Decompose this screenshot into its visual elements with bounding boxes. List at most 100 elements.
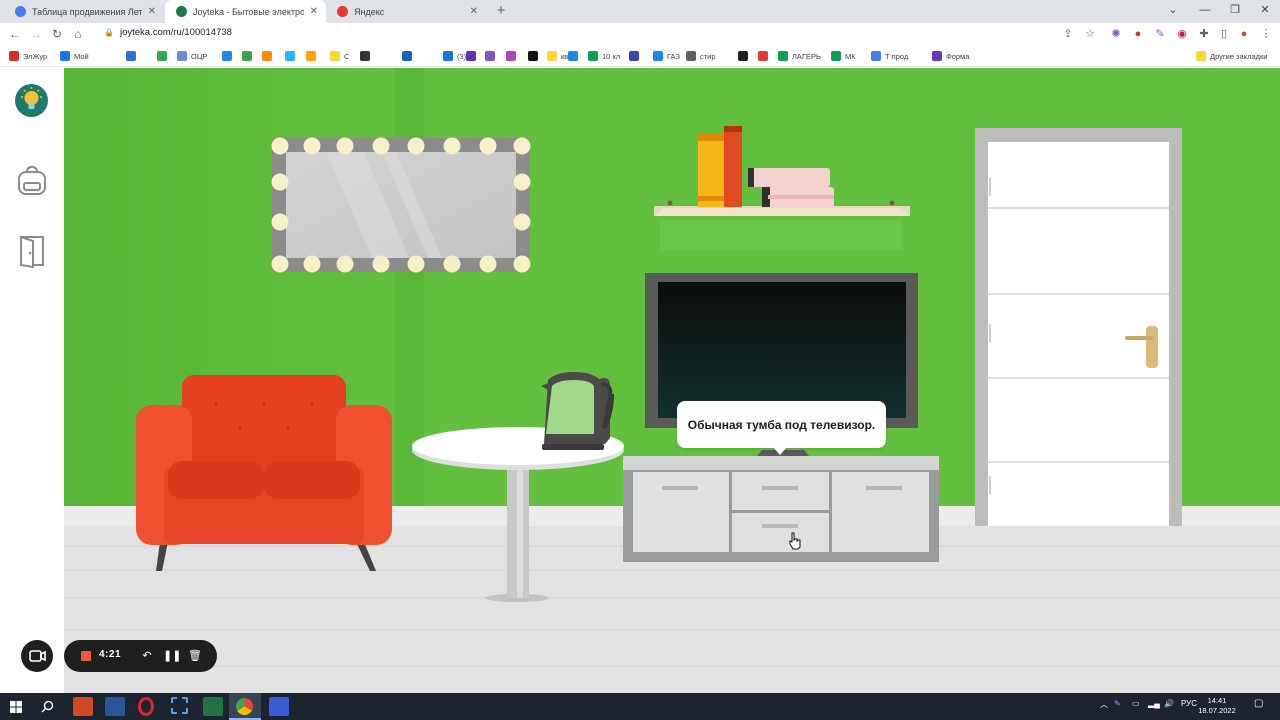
stop-recording-button[interactable]: [81, 651, 91, 661]
bookmark-item[interactable]: ЛАГЕРЬ: [778, 49, 821, 63]
backpack-icon[interactable]: [16, 164, 48, 198]
object-tooltip: Обычная тумба под телевизор.: [677, 401, 886, 455]
bookmark-favicon-icon: [568, 51, 578, 61]
share-icon[interactable]: ⇪: [1060, 26, 1076, 42]
bookmark-item[interactable]: [629, 49, 643, 63]
language-indicator[interactable]: РУС: [1181, 699, 1197, 708]
mirror-bulb: [513, 137, 531, 155]
browser-tab-yandex[interactable]: Яндекс ✕: [326, 0, 486, 23]
other-bookmarks[interactable]: Другие закладки: [1196, 49, 1267, 63]
bookmark-item[interactable]: МК: [831, 49, 856, 63]
bookmark-item[interactable]: [306, 49, 320, 63]
new-tab-button[interactable]: +: [492, 2, 510, 20]
bookmark-item[interactable]: [506, 49, 520, 63]
close-icon[interactable]: ✕: [470, 6, 478, 17]
door-exit-icon[interactable]: [16, 234, 48, 269]
bookmark-item[interactable]: [222, 49, 236, 63]
bookmark-star-icon[interactable]: ☆: [1082, 26, 1098, 42]
search-icon[interactable]: [41, 700, 54, 713]
bookmark-item[interactable]: С: [330, 49, 349, 63]
pause-icon[interactable]: ❚❚: [163, 648, 181, 664]
extension-icon[interactable]: ✺: [1108, 26, 1124, 42]
maximize-button[interactable]: ❐: [1220, 0, 1250, 23]
network-icon[interactable]: ▭: [1132, 699, 1140, 708]
snipping-tool-icon[interactable]: [171, 697, 188, 714]
delete-icon[interactable]: 🗑: [187, 648, 203, 664]
bookmark-item[interactable]: ОЦР: [177, 49, 207, 63]
bookmark-item[interactable]: 10 кл: [588, 49, 620, 63]
browser-tab-sheet[interactable]: Таблица продвижения Летний ✕: [4, 0, 164, 23]
home-button[interactable]: ⌂: [70, 26, 86, 42]
bookmark-item[interactable]: кв: [547, 49, 568, 63]
pen-tray-icon[interactable]: ✎: [1114, 699, 1121, 708]
bookmark-item[interactable]: Мой: [60, 49, 89, 63]
excel-icon[interactable]: [203, 697, 223, 716]
bookmark-item[interactable]: ГАЗ: [653, 49, 680, 63]
bookmark-favicon-icon: [222, 51, 232, 61]
back-button[interactable]: ←: [7, 26, 23, 42]
chrome-icon[interactable]: [236, 698, 253, 715]
extension-pen-icon[interactable]: ✎: [1152, 26, 1168, 42]
browser-tab-joyteka[interactable]: Joyteka - Бытовые электроприб ✕: [165, 0, 326, 23]
tab-label: Яндекс: [354, 6, 385, 17]
close-icon[interactable]: ✕: [310, 6, 318, 17]
profile-avatar[interactable]: ●: [1236, 26, 1252, 42]
mirror-bulb: [372, 137, 390, 155]
extension-circle-icon[interactable]: ◉: [1174, 26, 1190, 42]
camera-toggle-button[interactable]: [21, 640, 53, 672]
bookmark-item[interactable]: Т прод: [871, 49, 908, 63]
wifi-icon[interactable]: ▂▄: [1148, 699, 1160, 708]
tv-cabinet[interactable]: [623, 456, 939, 562]
electric-kettle[interactable]: [541, 372, 614, 450]
bookmark-item[interactable]: (3): [443, 49, 466, 63]
address-bar[interactable]: 🔒 joyteka.com/ru/100014738: [104, 27, 232, 38]
room-scene: Обычная тумба под телевизор.: [64, 68, 1280, 693]
bookmark-favicon-icon: [360, 51, 370, 61]
room-door[interactable]: [975, 128, 1182, 526]
volume-icon[interactable]: 🔊: [1164, 699, 1174, 708]
menu-icon[interactable]: ⋮: [1258, 26, 1274, 42]
sheets-favicon-icon: [15, 6, 26, 17]
close-window-button[interactable]: ✕: [1250, 0, 1280, 23]
side-panel-icon[interactable]: ▯: [1216, 26, 1232, 42]
powerpoint-icon[interactable]: [73, 697, 93, 716]
tab-search-icon[interactable]: ⌄: [1158, 0, 1188, 23]
bookmark-item[interactable]: стир: [686, 49, 716, 63]
lightbulb-icon[interactable]: [15, 84, 48, 117]
windows-start-icon[interactable]: [10, 701, 22, 713]
wall-shelf[interactable]: [654, 200, 910, 251]
vanity-mirror[interactable]: [271, 137, 531, 273]
bookmark-item[interactable]: [157, 49, 171, 63]
minimize-button[interactable]: —: [1190, 0, 1220, 23]
notifications-icon[interactable]: ▢: [1254, 698, 1263, 709]
browser-tab-strip: Таблица продвижения Летний ✕ Joyteka - Б…: [0, 0, 1280, 23]
reload-button[interactable]: ↻: [49, 26, 65, 42]
bookmark-item[interactable]: [402, 49, 416, 63]
bookmark-item[interactable]: [485, 49, 499, 63]
bookmark-favicon-icon: [831, 51, 841, 61]
opera-icon[interactable]: [138, 697, 154, 716]
media-player-icon[interactable]: [269, 697, 289, 716]
bookmark-item[interactable]: Форма: [932, 49, 969, 63]
mirror-bulb: [479, 255, 497, 273]
extensions-puzzle-icon[interactable]: ✚: [1196, 26, 1212, 42]
bookmark-item[interactable]: [466, 49, 480, 63]
bookmark-item[interactable]: [242, 49, 256, 63]
bookmark-item[interactable]: [758, 49, 772, 63]
bookmark-item[interactable]: ЭлЖур: [9, 49, 47, 63]
bookmark-item[interactable]: [126, 49, 140, 63]
close-icon[interactable]: ✕: [148, 6, 156, 17]
bookmark-item[interactable]: [360, 49, 374, 63]
tray-chevron-icon[interactable]: ︿: [1100, 699, 1108, 710]
bookmark-item[interactable]: [262, 49, 276, 63]
bookmark-item[interactable]: [568, 49, 582, 63]
undo-icon[interactable]: ↶: [139, 648, 155, 664]
system-clock[interactable]: 14:41 18.07.2022: [1198, 696, 1236, 716]
word-icon[interactable]: [105, 697, 125, 716]
extension-mail-icon[interactable]: ●: [1130, 26, 1146, 42]
bookmark-item[interactable]: [528, 49, 542, 63]
bookmark-item[interactable]: [285, 49, 299, 63]
bookmark-favicon-icon: [177, 51, 187, 61]
bookmark-item[interactable]: [738, 49, 752, 63]
forward-button[interactable]: →: [28, 26, 44, 42]
